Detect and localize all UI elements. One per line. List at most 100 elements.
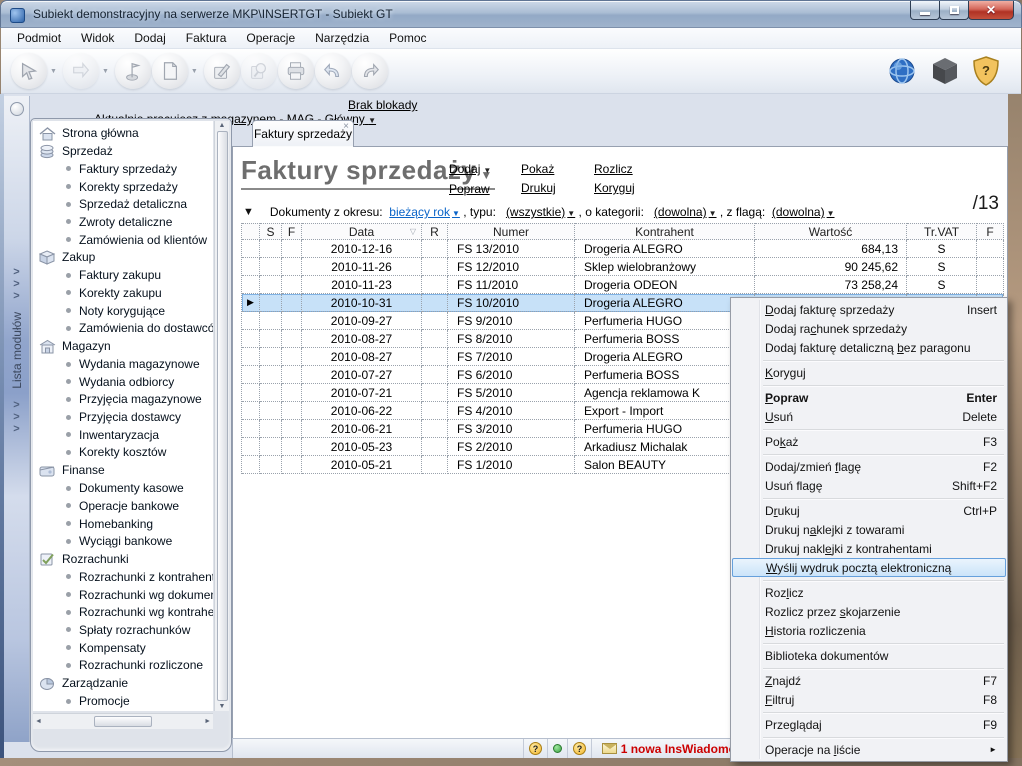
context-menu-item-usun[interactable]: UsuńDelete [732,407,1006,426]
sidebar-item-inwentaryzacja[interactable]: Inwentaryzacja [33,426,213,444]
sidebar-item-wydania-magazynowe[interactable]: Wydania magazynowe [33,355,213,373]
context-menu-item-dodaj-zmien-flage[interactable]: Dodaj/zmień flagęF2 [732,457,1006,476]
context-menu-item-pokaz[interactable]: PokażF3 [732,432,1006,451]
invoice-row-fs-11-2010[interactable]: 2010-11-23FS 11/2010Drogeria ODEON73 258… [242,276,1003,294]
scroll-right-icon[interactable]: ► [204,718,211,725]
sidebar-section-zakup[interactable]: Zakup [33,248,213,266]
module-strip[interactable]: > > > Lista modułów > > > [4,96,30,742]
sidebar-item-faktury-sprzedazy[interactable]: Faktury sprzedaży [33,160,213,178]
scroll-down-icon[interactable]: ▼ [219,703,226,710]
sidebar-item-dokumenty-kasowe[interactable]: Dokumenty kasowe [33,479,213,497]
context-menu-item-dodaj-fakture-detaliczna-bez-paragonu[interactable]: Dodaj fakturę detaliczną bez paragonu [732,338,1006,357]
action-rozlicz[interactable]: Rozlicz [594,160,635,179]
context-menu-item-drukuj-naklejki-z-kontrahentami[interactable]: Drukuj naklejki z kontrahentami [732,539,1006,558]
sidebar-item-rozrachunki-z-kontrahente[interactable]: Rozrachunki z kontrahente [33,568,213,586]
edit-button[interactable] [204,53,240,89]
context-menu-item-dodaj-rachunek-sprzedazy[interactable]: Dodaj rachunek sprzedaży [732,319,1006,338]
help-shield-icon[interactable]: ? [973,56,999,86]
action-koryguj[interactable]: Koryguj [594,179,635,198]
column-header-tr-vat[interactable]: Tr.VAT [907,223,977,240]
internet-globe-icon[interactable] [887,56,917,86]
menubar-item-operacje[interactable]: Operacje [236,28,305,48]
context-menu-item-znajdz[interactable]: ZnajdźF7 [732,671,1006,690]
sidebar-item-kompensaty[interactable]: Kompensaty [33,639,213,657]
help-status-icon[interactable]: ? [529,742,542,755]
context-menu-item-drukuj[interactable]: DrukujCtrl+P [732,501,1006,520]
sidebar-section-finanse[interactable]: Finanse [33,461,213,479]
dropdown-icon[interactable]: ▼ [50,68,57,75]
sidebar-item-zamowienia-od-klientow[interactable]: Zamówienia od klientów [33,231,213,249]
action-drukuj[interactable]: Drukuj [521,179,556,198]
sidebar-item-sprzedaz-detaliczna[interactable]: Sprzedaż detaliczna [33,195,213,213]
action-popraw[interactable]: Popraw [449,180,491,199]
dropdown-icon[interactable]: ▼ [191,68,198,75]
sidebar-item-korekty-sprzedazy[interactable]: Korekty sprzedaży [33,178,213,196]
restore-button[interactable] [939,1,969,20]
tab-close-icon[interactable]: × [343,121,349,132]
sidebar-item-rozrachunki-wg-kontraher[interactable]: Rozrachunki wg kontraher [33,603,213,621]
menubar-item-narzedzia[interactable]: Narzędzia [305,28,379,48]
sidebar-horizontal-scrollbar[interactable]: ◄ ► [33,713,213,729]
scrollbar-thumb[interactable] [217,131,228,701]
sidebar-item-zwroty-detaliczne[interactable]: Zwroty detaliczne [33,213,213,231]
sidebar-section-sprzedaz[interactable]: Sprzedaż [33,142,213,160]
filter-category-value[interactable]: (dowolna)▼ [654,205,717,219]
modules-cube-icon[interactable] [931,56,959,86]
context-menu-item-biblioteka-dokumentow[interactable]: Biblioteka dokumentów [732,646,1006,665]
sidebar-item-przyjecia-magazynowe[interactable]: Przyjęcia magazynowe [33,391,213,409]
sidebar-item-splaty-rozrachunkow[interactable]: Spłaty rozrachunków [33,621,213,639]
column-header-numer[interactable]: Numer [448,223,575,240]
context-menu-item-historia-rozliczenia[interactable]: Historia rozliczenia [732,621,1006,640]
sidebar-item-rozrachunki-wg-dokumen[interactable]: Rozrachunki wg dokumen [33,586,213,604]
flag-button[interactable] [115,53,151,89]
sidebar-section-rozrachunki[interactable]: Rozrachunki [33,550,213,568]
menubar-item-widok[interactable]: Widok [71,28,124,48]
context-menu-item-wyslij-wydruk-poczta-elektroniczna[interactable]: Wyślij wydruk pocztą elektroniczną [732,558,1006,577]
scroll-up-icon[interactable]: ▲ [219,122,226,129]
context-menu-item-rozlicz-przez-skojarzenie[interactable]: Rozlicz przez skojarzenie [732,602,1006,621]
sidebar-item-rozrachunki-rozliczone[interactable]: Rozrachunki rozliczone [33,657,213,675]
sidebar-item-homebanking[interactable]: Homebanking [33,515,213,533]
filter-type-value[interactable]: (wszystkie)▼ [506,205,575,219]
menubar-item-dodaj[interactable]: Dodaj [124,28,175,48]
send-button[interactable] [63,53,99,89]
context-menu-item-popraw[interactable]: PoprawEnter [732,388,1006,407]
context-menu-item-koryguj[interactable]: Koryguj [732,363,1006,382]
new-document-button[interactable] [152,53,188,89]
filter-collapse-icon[interactable]: ▼ [243,206,254,218]
sidebar-item-zamowienia-do-dostawco[interactable]: Zamówienia do dostawcó [33,320,213,338]
context-menu-item-usun-flage[interactable]: Usuń flagęShift+F2 [732,476,1006,495]
sidebar-item-wyciagi-bankowe[interactable]: Wyciągi bankowe [33,532,213,550]
sidebar-item-noty-korygujace[interactable]: Noty korygujące [33,302,213,320]
close-button[interactable]: ✕ [968,1,1014,20]
sidebar-item-korekty-kosztow[interactable]: Korekty kosztów [33,444,213,462]
redo-operation-button[interactable] [352,53,388,89]
print-button[interactable] [278,53,314,89]
menubar-item-podmiot[interactable]: Podmiot [7,28,71,48]
column-header-wartosc[interactable]: Wartość [755,223,907,240]
sidebar-item-faktury-zakupu[interactable]: Faktury zakupu [33,266,213,284]
sidebar-vertical-scrollbar[interactable]: ▲ ▼ [214,121,229,711]
select-tool-button[interactable] [11,53,47,89]
column-header-f[interactable]: F [282,223,302,240]
sidebar-item-cenniki[interactable]: Cenniki [33,710,213,711]
menubar-item-faktura[interactable]: Faktura [176,28,237,48]
minimize-button[interactable] [910,1,940,20]
filter-flag-value[interactable]: (dowolna)▼ [772,205,835,219]
column-header-data[interactable]: Data▽ [302,223,422,240]
menubar-item-pomoc[interactable]: Pomoc [379,28,436,48]
context-menu-item-operacje-na-liscie[interactable]: Operacje na liście► [732,740,1006,759]
column-header-row-selector[interactable] [242,223,260,240]
help-status-icon[interactable]: ? [573,742,586,755]
undo-operation-button[interactable] [315,53,351,89]
context-menu-item-filtruj[interactable]: FiltrujF8 [732,690,1006,709]
column-header-kontrahent[interactable]: Kontrahent [575,223,755,240]
tab-faktury-sprzedazy[interactable]: Faktury sprzedaży × [252,120,354,147]
sidebar-section-strona-glowna[interactable]: Strona główna [33,124,213,142]
view-button[interactable] [241,53,277,89]
scrollbar-thumb[interactable] [94,716,152,727]
context-menu-item-drukuj-naklejki-z-towarami[interactable]: Drukuj naklejki z towarami [732,520,1006,539]
invoice-row-fs-13-2010[interactable]: 2010-12-16FS 13/2010Drogeria ALEGRO684,1… [242,240,1003,258]
sidebar-item-promocje[interactable]: Promocje [33,692,213,710]
filter-period-value[interactable]: bieżący rok▼ [389,205,460,219]
